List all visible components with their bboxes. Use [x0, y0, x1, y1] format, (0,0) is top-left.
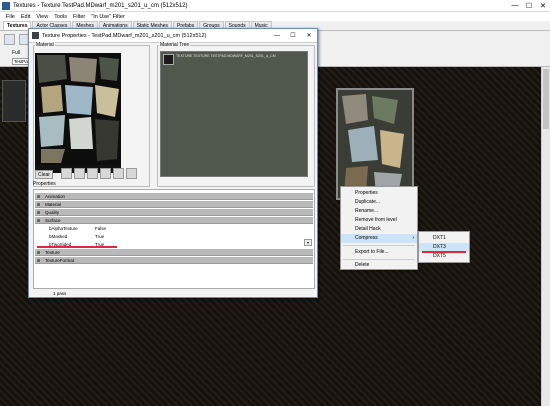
menu-item-duplicate[interactable]: Duplicate... — [341, 198, 417, 207]
prop-label: bMasked — [49, 234, 68, 239]
black-background-icon[interactable] — [61, 168, 72, 179]
material-tree-node-text: TEXTURE TEXTURE TESTPAD.MDWARF_M201_S201… — [176, 54, 276, 58]
checker-background-icon[interactable] — [74, 168, 85, 179]
material-tree-label: Material Tree — [159, 42, 191, 48]
menu-bar: File Edit View Tools Filter "In Use" Fil… — [0, 12, 550, 21]
viewport-scrollbar[interactable] — [541, 67, 550, 406]
prop-category-surface[interactable]: Surface — [35, 217, 313, 224]
menu-item-rename[interactable]: Rename... — [341, 207, 417, 216]
annotation-underline — [422, 251, 466, 253]
menu-item-properties[interactable]: Properties — [341, 189, 417, 198]
prop-value[interactable]: False — [95, 225, 106, 232]
prop-value[interactable]: True — [95, 233, 104, 240]
prop-category-textureformat[interactable]: TextureFormat — [35, 257, 313, 264]
prop-label: Quality — [45, 210, 60, 215]
menu-item-dxt5[interactable]: DXT5 — [419, 252, 469, 261]
compress-submenu: DXT1 DXT3 DXT5 — [418, 231, 470, 263]
wireframe-icon[interactable] — [87, 168, 98, 179]
menu-edit[interactable]: Edit — [21, 14, 30, 20]
submenu-arrow-icon: › — [412, 235, 414, 241]
menu-separator — [343, 245, 415, 246]
menu-inuse-filter[interactable]: "In Use" Filter — [91, 14, 125, 20]
menu-file[interactable]: File — [6, 14, 15, 20]
full-label: Full — [12, 50, 21, 56]
properties-grid: Animation Material Quality Surface bAlph… — [33, 189, 315, 289]
context-menu: Properties Duplicate... Rename... Remove… — [340, 186, 418, 270]
dialog-maximize-button[interactable]: ☐ — [285, 32, 301, 39]
prop-label: Texture — [45, 250, 60, 255]
menu-item-compress[interactable]: Compress › — [341, 234, 417, 243]
scrollbar-thumb[interactable] — [543, 69, 549, 129]
menu-item-export[interactable]: Export to File... — [341, 248, 417, 257]
menu-item-label: Compress — [355, 235, 378, 241]
dialog-icon — [32, 32, 39, 39]
dialog-titlebar: Texture Properties - TestPad.MDwarf_m201… — [29, 29, 317, 43]
sphere-preview-icon[interactable] — [100, 168, 111, 179]
properties-label: Properties — [33, 181, 56, 187]
dialog-title: Texture Properties - TestPad.MDwarf_m201… — [42, 32, 207, 39]
app-icon — [2, 1, 10, 10]
prop-category-material[interactable]: Material — [35, 201, 313, 208]
menu-view[interactable]: View — [36, 14, 48, 20]
maximize-button[interactable]: ☐ — [522, 2, 536, 10]
prop-row-bmasked[interactable]: bMasked True — [35, 233, 313, 240]
close-button[interactable]: ✕ — [536, 2, 550, 10]
minimize-button[interactable]: — — [508, 2, 522, 9]
menu-item-remove-from-level[interactable]: Remove from level — [341, 216, 417, 225]
prop-label: Material — [45, 202, 62, 207]
texture-thumbnail-selected[interactable] — [336, 88, 414, 200]
material-tree[interactable]: TEXTURE TEXTURE TESTPAD.MDWARF_M201_S201… — [160, 51, 308, 177]
dialog-minimize-button[interactable]: — — [269, 33, 285, 39]
prop-label: TextureFormat — [45, 258, 75, 263]
texture-thumbnail-left[interactable] — [2, 80, 26, 122]
window-title: Textures - Texture TestPad.MDwarf_m201_s… — [13, 2, 188, 9]
material-label: Material — [35, 42, 55, 48]
texture-node-icon — [163, 54, 174, 65]
pass-count: 1 pass — [53, 291, 67, 296]
prop-label: bAlphaTexture — [49, 226, 78, 231]
open-package-icon[interactable] — [4, 33, 15, 45]
texture-properties-dialog: Texture Properties - TestPad.MDwarf_m201… — [28, 28, 318, 298]
value-dropdown-arrow-icon[interactable]: ▾ — [304, 239, 312, 246]
dialog-close-button[interactable]: ✕ — [301, 32, 317, 39]
clear-button[interactable]: Clear — [35, 170, 53, 179]
menu-separator — [343, 259, 415, 260]
menu-tools[interactable]: Tools — [54, 14, 67, 20]
menu-item-dxt1[interactable]: DXT1 — [419, 234, 469, 243]
plane-preview-icon[interactable] — [113, 168, 124, 179]
material-preview-image — [35, 53, 121, 165]
material-preview — [35, 53, 121, 173]
prop-label: Animation — [45, 194, 66, 199]
texture-preview-image — [338, 90, 412, 198]
prop-category-quality[interactable]: Quality — [35, 209, 313, 216]
cube-preview-icon[interactable] — [126, 168, 137, 179]
window-titlebar: Textures - Texture TestPad.MDwarf_m201_s… — [0, 0, 550, 12]
menu-item-delete[interactable]: Delete — [341, 261, 417, 270]
prop-category-animation[interactable]: Animation — [35, 193, 313, 200]
prop-label: Surface — [45, 218, 61, 223]
prop-category-texture[interactable]: Texture — [35, 249, 313, 256]
material-tree-node[interactable]: TEXTURE TEXTURE TESTPAD.MDWARF_M201_S201… — [163, 54, 276, 65]
annotation-underline — [37, 246, 117, 248]
menu-filter[interactable]: Filter — [73, 14, 85, 20]
prop-row-balphatexture[interactable]: bAlphaTexture False — [35, 225, 313, 232]
menu-item-detail-hack[interactable]: Detail Hack — [341, 225, 417, 234]
